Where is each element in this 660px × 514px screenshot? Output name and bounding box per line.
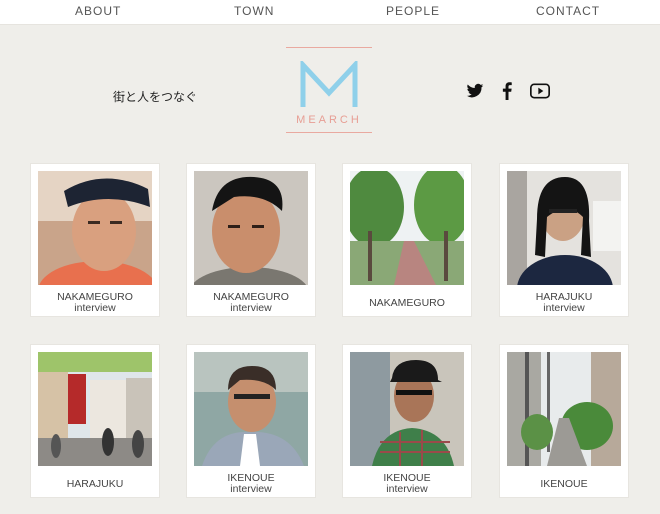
card-type: interview <box>74 302 116 314</box>
top-nav: ABOUT TOWN PEOPLE CONTACT <box>0 0 660 25</box>
card-nakameguro-interview-1[interactable]: NAKAMEGURO interview <box>31 164 159 316</box>
card-type: interview <box>230 483 272 495</box>
nav-people[interactable]: PEOPLE <box>386 4 440 18</box>
street-photo <box>38 352 152 466</box>
logo-wordmark: MEARCH <box>296 114 362 126</box>
site-logo[interactable]: MEARCH <box>286 47 372 133</box>
portrait-photo <box>350 352 464 466</box>
portrait-photo <box>38 171 152 285</box>
portrait-photo <box>507 171 621 285</box>
twitter-icon[interactable] <box>466 82 484 100</box>
street-photo <box>350 171 464 285</box>
card-ikenoue-town[interactable]: IKENOUE <box>500 345 628 497</box>
card-ikenoue-interview-1[interactable]: IKENOUE interview <box>187 345 315 497</box>
portrait-photo <box>194 171 308 285</box>
card-type: interview <box>386 483 428 495</box>
card-nakameguro-town[interactable]: NAKAMEGURO <box>343 164 471 316</box>
logo-m-mark <box>300 61 358 107</box>
card-nakameguro-interview-2[interactable]: NAKAMEGURO interview <box>187 164 315 316</box>
facebook-icon[interactable] <box>500 82 514 100</box>
tagline: 街と人をつなぐ <box>113 90 198 104</box>
card-harajuku-town[interactable]: HARAJUKU <box>31 345 159 497</box>
card-type: interview <box>543 302 585 314</box>
nav-town[interactable]: TOWN <box>234 4 274 18</box>
logo-bottom-rule <box>286 132 372 133</box>
youtube-icon[interactable] <box>530 82 550 100</box>
card-harajuku-interview[interactable]: HARAJUKU interview <box>500 164 628 316</box>
nav-contact[interactable]: CONTACT <box>536 4 600 18</box>
logo-top-rule <box>286 47 372 48</box>
card-location: NAKAMEGURO <box>369 297 445 309</box>
card-location: IKENOUE <box>540 478 588 490</box>
card-location: HARAJUKU <box>66 478 124 490</box>
portrait-photo <box>194 352 308 466</box>
nav-about[interactable]: ABOUT <box>75 4 121 18</box>
card-type: interview <box>230 302 272 314</box>
street-photo <box>507 352 621 466</box>
card-ikenoue-interview-2[interactable]: IKENOUE interview <box>343 345 471 497</box>
